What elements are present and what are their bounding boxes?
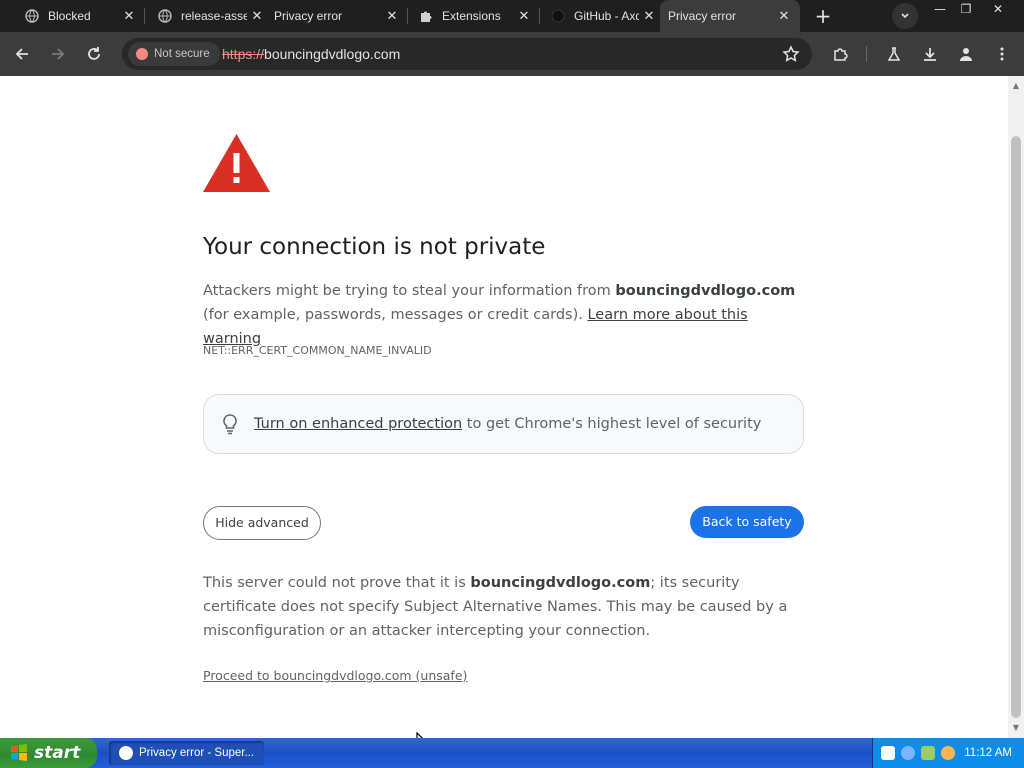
error-code: NET::ERR_CERT_COMMON_NAME_INVALID xyxy=(203,344,432,357)
restore-button[interactable]: ❐ xyxy=(952,0,980,18)
lightbulb-icon xyxy=(223,414,237,435)
menu-button[interactable] xyxy=(990,42,1014,66)
tab-extensions[interactable]: Extensions ✕ xyxy=(408,0,540,32)
interstitial-page: Your connection is not private Attackers… xyxy=(0,76,1008,754)
tab-release-assets[interactable]: release-assets ✕ xyxy=(133,0,273,32)
forward-button[interactable] xyxy=(46,42,70,66)
desc-prefix: Attackers might be trying to steal your … xyxy=(203,283,616,299)
address-bar[interactable]: Not secure https://bouncingdvdlogo.com xyxy=(122,38,812,70)
arrow-right-icon xyxy=(52,48,65,60)
tab-title: Privacy error xyxy=(274,9,343,23)
security-chip[interactable]: Not secure xyxy=(128,42,220,66)
taskbar-window-title: Privacy error - Super... xyxy=(139,747,255,759)
tab-strip: Blocked ✕ release-assets ✕ Privacy error… xyxy=(0,0,1024,32)
url-scheme: https:// xyxy=(222,46,265,62)
close-window-button[interactable]: ✕ xyxy=(984,0,1012,18)
advanced-details: This server could not prove that it is b… xyxy=(203,571,804,643)
screen: Blocked ✕ release-assets ✕ Privacy error… xyxy=(0,0,1024,768)
enhanced-protection-banner: Turn on enhanced protection to get Chrom… xyxy=(203,394,804,454)
tab-blocked[interactable]: Blocked ✕ xyxy=(0,0,145,32)
profile-button[interactable] xyxy=(954,42,978,66)
puzzle-icon xyxy=(834,48,848,61)
profile-icon xyxy=(960,48,972,61)
warning-triangle-icon xyxy=(203,134,270,192)
page-scrollbar[interactable]: ▲ ▼ xyxy=(1008,76,1024,738)
close-tab-icon[interactable]: ✕ xyxy=(247,6,267,26)
proceed-unsafe-link[interactable]: Proceed to bouncingdvdlogo.com (unsafe) xyxy=(203,668,467,683)
help-icon[interactable] xyxy=(881,746,895,760)
taskbar: start Privacy error - Super... 11:12 AM xyxy=(0,738,1024,768)
globe-icon xyxy=(157,8,173,24)
details-prefix: This server could not prove that it is xyxy=(203,575,471,591)
tab-privacy-error-active[interactable]: Privacy error ✕ xyxy=(660,0,800,32)
desc-suffix: (for example, passwords, messages or cre… xyxy=(203,307,588,323)
reload-button[interactable] xyxy=(82,42,106,66)
globe-icon xyxy=(24,8,40,24)
reload-icon xyxy=(88,47,100,60)
system-tray: 11:12 AM xyxy=(872,738,1024,768)
search-icon[interactable] xyxy=(941,746,955,760)
scroll-up-arrow-icon[interactable]: ▲ xyxy=(1012,82,1020,90)
page-title: Your connection is not private xyxy=(203,234,546,260)
close-tab-icon[interactable]: ✕ xyxy=(514,6,534,26)
extensions-button[interactable] xyxy=(828,42,852,66)
warning-description: Attackers might be trying to steal your … xyxy=(203,279,804,351)
tab-title: GitHub - Axd xyxy=(574,9,639,23)
security-chip-label: Not secure xyxy=(154,48,210,60)
hide-advanced-button[interactable]: Hide advanced xyxy=(203,506,321,540)
minimize-button[interactable]: — xyxy=(926,0,954,18)
back-arrow-icon[interactable] xyxy=(901,746,915,760)
network-icon[interactable] xyxy=(921,746,935,760)
chrome-icon xyxy=(119,746,133,760)
arrow-left-icon xyxy=(15,48,28,60)
windows-logo-icon xyxy=(11,744,27,761)
tab-github[interactable]: GitHub - Axd ✕ xyxy=(540,0,665,32)
close-tab-icon[interactable]: ✕ xyxy=(382,6,402,26)
scrollbar-thumb[interactable] xyxy=(1011,136,1021,718)
scroll-down-arrow-icon[interactable]: ▼ xyxy=(1012,724,1020,732)
url-text[interactable]: https://bouncingdvdlogo.com xyxy=(222,38,400,70)
tab-title: Extensions xyxy=(442,9,501,23)
url-host: bouncingdvdlogo.com xyxy=(264,46,401,62)
close-tab-icon[interactable]: ✕ xyxy=(639,6,659,26)
tab-privacy-error[interactable]: Privacy error ✕ xyxy=(268,0,408,32)
flask-icon xyxy=(887,47,901,61)
taskbar-window-item[interactable]: Privacy error - Super... xyxy=(109,741,264,765)
chevron-down-icon xyxy=(901,13,909,19)
browser-toolbar: Not secure https://bouncingdvdlogo.com xyxy=(0,32,1024,76)
kebab-menu-icon xyxy=(1000,47,1004,61)
desc-domain: bouncingdvdlogo.com xyxy=(615,283,796,299)
tab-search-button[interactable] xyxy=(892,3,918,29)
enhanced-protection-text: Turn on enhanced protection to get Chrom… xyxy=(254,395,761,453)
enhanced-protection-link[interactable]: Turn on enhanced protection xyxy=(254,416,462,432)
clock: 11:12 AM xyxy=(964,747,1012,759)
not-secure-icon xyxy=(136,48,148,60)
tab-title: Blocked xyxy=(48,9,91,23)
enhanced-protection-rest: to get Chrome's highest level of securit… xyxy=(462,416,762,432)
start-label: start xyxy=(34,743,81,763)
back-to-safety-button[interactable]: Back to safety xyxy=(690,506,804,538)
github-icon xyxy=(550,8,566,24)
puzzle-icon xyxy=(418,8,434,24)
details-domain: bouncingdvdlogo.com xyxy=(470,575,651,591)
tab-title: release-assets xyxy=(181,9,247,23)
start-button[interactable]: start xyxy=(0,738,97,768)
downloads-button[interactable] xyxy=(918,42,942,66)
tab-title: Privacy error xyxy=(668,9,737,23)
new-tab-button[interactable]: + xyxy=(810,4,836,28)
back-button[interactable] xyxy=(10,42,34,66)
download-icon xyxy=(924,48,936,61)
bookmark-star-icon[interactable] xyxy=(782,45,800,63)
close-tab-icon[interactable]: ✕ xyxy=(774,6,794,26)
labs-button[interactable] xyxy=(882,42,906,66)
